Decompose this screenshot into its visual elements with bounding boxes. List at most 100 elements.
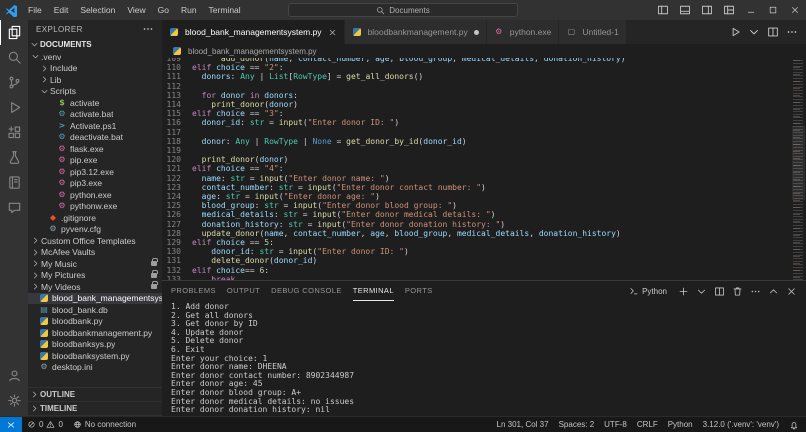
chevron-down-icon[interactable]	[696, 286, 707, 297]
tree-item-pyvenv-cfg[interactable]: pyvenv.cfg	[28, 224, 162, 236]
tree-item-label: My Pictures	[41, 270, 85, 280]
layout-sidebar-icon[interactable]	[657, 4, 669, 16]
split-editor-icon[interactable]	[714, 286, 725, 297]
tree-item-include[interactable]: Include	[28, 63, 162, 75]
chevron-up-icon[interactable]	[768, 286, 779, 297]
panel-tab-problems[interactable]: PROBLEMS	[171, 281, 216, 301]
layout-panel-icon[interactable]	[679, 4, 691, 16]
tree-item-pip3-12-exe[interactable]: pip3.12.exe	[28, 166, 162, 178]
ellipsis-icon[interactable]	[750, 286, 761, 297]
minimap[interactable]	[792, 60, 805, 280]
notifications-bell[interactable]	[784, 417, 804, 432]
tree-item-venv[interactable]: .venv	[28, 51, 162, 63]
chevron-down-icon[interactable]	[748, 26, 760, 38]
section-timeline[interactable]: TIMELINE	[28, 402, 162, 416]
activity-chat[interactable]	[0, 195, 28, 220]
python-file-icon	[173, 47, 181, 55]
panel-tab-debug-console[interactable]: DEBUG CONSOLE	[271, 281, 342, 301]
tree-item-activate-ps1[interactable]: Activate.ps1	[28, 120, 162, 132]
tree-item-activate[interactable]: activate	[28, 97, 162, 109]
menu-file[interactable]: File	[22, 0, 48, 20]
split-editor-icon[interactable]	[767, 26, 779, 38]
activity-notebooks[interactable]	[0, 170, 28, 195]
tree-item-my-pictures[interactable]: My Pictures	[28, 270, 162, 282]
vscode-window: FileEditSelectionViewGoRunTerminal Docum…	[0, 0, 806, 432]
tree-item-scripts[interactable]: Scripts	[28, 86, 162, 98]
line-number: 133	[162, 275, 192, 280]
menu-selection[interactable]: Selection	[74, 0, 121, 20]
status-indentation[interactable]: Spaces: 2	[554, 417, 600, 432]
tab-blood-bank-managementsystem-py[interactable]: blood_bank_managementsystem.py	[162, 20, 345, 44]
terminal-output[interactable]: 1. Add donor2. Get all donors3. Get dono…	[162, 301, 806, 416]
panel-tab-ports[interactable]: PORTS	[405, 281, 433, 301]
problems-status[interactable]: 00	[22, 417, 68, 432]
tree-item-pip-exe[interactable]: pip.exe	[28, 155, 162, 167]
tree-item-flask-exe[interactable]: flask.exe	[28, 143, 162, 155]
close-icon[interactable]	[328, 28, 337, 37]
tree-item-blood-bank-managementsystem-py[interactable]: blood_bank_managementsystem.py	[28, 293, 162, 305]
tree-item-pip3-exe[interactable]: pip3.exe	[28, 178, 162, 190]
terminal-shell-python[interactable]: Python	[629, 286, 667, 296]
tree-item-my-music[interactable]: My Music	[28, 258, 162, 270]
activity-accounts[interactable]	[0, 363, 28, 388]
activity-run-and-debug[interactable]	[0, 95, 28, 120]
play-icon[interactable]	[729, 26, 741, 38]
status-python-interpreter[interactable]: 3.12.0 ('.venv': 'venv')	[698, 417, 784, 432]
menu-run[interactable]: Run	[175, 0, 203, 20]
section-documents[interactable]: DOCUMENTS	[28, 38, 162, 51]
activity-search[interactable]	[0, 45, 28, 70]
tab-python-exe[interactable]: python.exe	[487, 20, 560, 44]
close-icon[interactable]	[786, 286, 797, 297]
status-language-mode[interactable]: Python	[663, 417, 698, 432]
activity-explorer[interactable]	[0, 20, 28, 45]
activity-source-control[interactable]	[0, 70, 28, 95]
trash-icon[interactable]	[732, 286, 743, 297]
code-text: break	[192, 275, 235, 280]
command-center-search[interactable]: Documents	[288, 3, 518, 17]
tree-item-gitignore[interactable]: .gitignore	[28, 212, 162, 224]
tree-item-bloodbanksys-py[interactable]: bloodbanksys.py	[28, 339, 162, 351]
menu-go[interactable]: Go	[152, 0, 175, 20]
activity-testing[interactable]	[0, 145, 28, 170]
tree-item-bloodbankmanagement-py[interactable]: bloodbankmanagement.py	[28, 327, 162, 339]
layout-sidebar-right-icon[interactable]	[701, 4, 713, 16]
views-more-icon[interactable]	[142, 23, 154, 35]
menu-edit[interactable]: Edit	[48, 0, 75, 20]
tree-item-custom-office-templates[interactable]: Custom Office Templates	[28, 235, 162, 247]
window-minimize-button[interactable]	[740, 0, 762, 20]
plus-icon[interactable]	[678, 286, 689, 297]
tree-item-desktop-ini[interactable]: desktop.ini	[28, 362, 162, 374]
tree-item-lib[interactable]: Lib	[28, 74, 162, 86]
tree-item-deactivate-bat[interactable]: deactivate.bat	[28, 132, 162, 144]
section-outline[interactable]: OUTLINE	[28, 388, 162, 402]
layout-customize-icon[interactable]	[723, 4, 735, 16]
menu-view[interactable]: View	[121, 0, 151, 20]
chevron-down-icon	[40, 87, 49, 96]
status-eol[interactable]: CRLF	[632, 417, 663, 432]
remote-indicator[interactable]	[0, 417, 22, 432]
tree-item-my-videos[interactable]: My Videos	[28, 281, 162, 293]
tree-item-bloodbank-py[interactable]: bloodbank.py	[28, 316, 162, 328]
window-maximize-button[interactable]	[762, 0, 784, 20]
tree-item-mcafee-vaults[interactable]: McAfee Vaults	[28, 247, 162, 259]
tree-item-pythonw-exe[interactable]: pythonw.exe	[28, 201, 162, 213]
activity-extensions[interactable]	[0, 120, 28, 145]
tab-bloodbankmanagement-py[interactable]: bloodbankmanagement.py	[345, 20, 487, 44]
activity-settings[interactable]	[0, 388, 28, 413]
connection-status[interactable]: No connection	[68, 417, 141, 432]
panel-tab-terminal[interactable]: TERMINAL	[353, 281, 394, 301]
tree-item-blood-bank-db[interactable]: blood_bank.db	[28, 304, 162, 316]
breadcrumb[interactable]: blood_bank_managementsystem.py	[162, 44, 806, 58]
menu-terminal[interactable]: Terminal	[203, 0, 247, 20]
panel-tab-output[interactable]: OUTPUT	[227, 281, 260, 301]
terminal-line: 5. Delete donor	[171, 337, 806, 346]
status-cursor-position[interactable]: Ln 301, Col 37	[492, 417, 554, 432]
tab-untitled-1[interactable]: Untitled-1	[559, 20, 626, 44]
status-encoding[interactable]: UTF-8	[599, 417, 632, 432]
ellipsis-icon[interactable]	[786, 26, 798, 38]
code-editor[interactable]: 109 add_donor(name, contact_number, age,…	[162, 58, 806, 280]
tree-item-activate-bat[interactable]: activate.bat	[28, 109, 162, 121]
tree-item-bloodbanksystem-py[interactable]: bloodbanksystem.py	[28, 350, 162, 362]
window-close-button[interactable]	[784, 0, 806, 20]
tree-item-python-exe[interactable]: python.exe	[28, 189, 162, 201]
